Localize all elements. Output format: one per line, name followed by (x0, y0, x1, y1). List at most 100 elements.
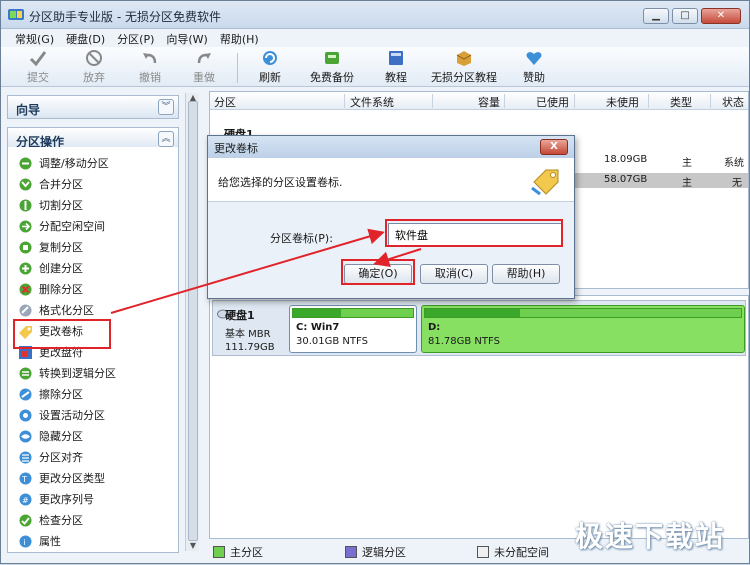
copy-icon (19, 241, 32, 253)
backup-icon (325, 52, 339, 64)
change-type-icon: T (19, 472, 32, 484)
format-icon (19, 304, 32, 316)
cancel-button[interactable]: 取消(C) (420, 264, 488, 284)
op-label: 调整/移动分区 (39, 157, 109, 170)
op-label: 分配空闲空间 (39, 220, 105, 233)
col-type[interactable]: 类型 (670, 94, 692, 110)
disk-row[interactable]: 硬盘1 基本 MBR 111.79GB C: Win7 30.01GB NTFS… (212, 300, 746, 356)
col-used[interactable]: 已使用 (536, 94, 569, 110)
lossless-tutorial-button[interactable]: 无损分区教程 (429, 49, 499, 85)
title-bar: 分区助手专业版 - 无损分区免费软件 ▁ □ ✕ (1, 1, 749, 29)
active-icon (19, 409, 32, 421)
col-unused[interactable]: 未使用 (606, 94, 639, 110)
col-divider (432, 94, 433, 108)
minimize-button[interactable]: ▁ (643, 8, 669, 24)
svg-text:i: i (24, 538, 26, 547)
cell-status: 系统 (724, 158, 744, 169)
redo-button[interactable]: 重做 (187, 49, 221, 85)
delete-icon (19, 283, 32, 295)
col-filesystem[interactable]: 文件系统 (350, 94, 394, 110)
refresh-icon (263, 51, 277, 65)
op-hide[interactable]: 隐藏分区 (18, 426, 83, 446)
partition-size: 30.01GB NTFS (296, 336, 368, 347)
op-label: 隐藏分区 (39, 430, 83, 443)
collapse-chevron-icon[interactable]: ︽ (158, 131, 174, 147)
op-change-type[interactable]: T 更改分区类型 (18, 468, 105, 488)
op-allocate-space[interactable]: 分配空闲空间 (18, 216, 105, 236)
op-label: 更改序列号 (39, 493, 94, 506)
disk-type: 基本 MBR (225, 329, 271, 340)
col-status[interactable]: 状态 (722, 94, 744, 110)
donate-label: 赞助 (523, 71, 545, 84)
menu-wizard[interactable]: 向导(W) (160, 29, 213, 47)
partition-c[interactable]: C: Win7 30.01GB NTFS (289, 305, 417, 353)
backup-label: 免费备份 (310, 71, 354, 84)
disk-size: 111.79GB (225, 342, 275, 353)
op-properties[interactable]: i 属性 (18, 531, 61, 551)
minimize-icon: ▁ (652, 10, 660, 21)
partition-size: 81.78GB NTFS (428, 336, 500, 347)
menu-disk[interactable]: 硬盘(D) (60, 29, 111, 47)
menu-general[interactable]: 常规(G) (9, 29, 60, 47)
wizard-section-header[interactable]: 向导 ︾ (7, 95, 179, 119)
maximize-button[interactable]: □ (672, 8, 698, 24)
op-format[interactable]: 格式化分区 (18, 300, 94, 320)
op-align[interactable]: 分区对齐 (18, 447, 83, 467)
submit-button[interactable]: 提交 (21, 49, 55, 85)
menu-help[interactable]: 帮助(H) (214, 29, 265, 47)
help-button[interactable]: 帮助(H) (492, 264, 560, 284)
menu-bar: 常规(G) 硬盘(D) 分区(P) 向导(W) 帮助(H) (1, 29, 749, 47)
close-button[interactable]: ✕ (701, 8, 741, 24)
app-logo-icon (8, 9, 24, 20)
partition-name: C: Win7 (296, 322, 340, 333)
check-partition-icon (19, 514, 32, 526)
partition-usage-bar (292, 308, 414, 318)
partition-usage-bar (424, 308, 742, 318)
discard-label: 放弃 (83, 71, 105, 84)
resize-icon (19, 157, 32, 169)
col-divider (648, 94, 649, 108)
disk-map-panel: 硬盘1 基本 MBR 111.79GB C: Win7 30.01GB NTFS… (209, 295, 749, 539)
scroll-down-icon[interactable]: ▼ (186, 541, 200, 550)
left-scrollbar[interactable]: ▲ ▼ (185, 93, 199, 551)
op-copy[interactable]: 复制分区 (18, 237, 83, 257)
merge-icon (19, 178, 32, 190)
op-delete[interactable]: 删除分区 (18, 279, 83, 299)
expand-chevron-icon[interactable]: ︾ (158, 99, 174, 115)
donate-button[interactable]: 赞助 (517, 49, 551, 85)
op-label: 属性 (39, 535, 61, 548)
window-title: 分区助手专业版 - 无损分区免费软件 (29, 10, 221, 24)
cell-type: 主 (682, 178, 692, 189)
wizard-title: 向导 (16, 103, 41, 117)
op-merge[interactable]: 合并分区 (18, 174, 83, 194)
op-split[interactable]: 切割分区 (18, 195, 83, 215)
op-check[interactable]: 检查分区 (18, 510, 83, 530)
discard-icon (86, 50, 102, 66)
op-resize-move[interactable]: 调整/移动分区 (18, 153, 109, 173)
col-capacity[interactable]: 容量 (478, 94, 500, 110)
op-create[interactable]: 创建分区 (18, 258, 83, 278)
refresh-button[interactable]: 刷新 (253, 49, 287, 85)
annotation-box-ok (341, 259, 415, 285)
op-wipe[interactable]: 擦除分区 (18, 384, 83, 404)
allocate-icon (19, 220, 32, 232)
backup-button[interactable]: 免费备份 (307, 49, 357, 85)
undo-label: 撤销 (139, 71, 161, 84)
maximize-icon: □ (680, 10, 690, 21)
dialog-close-button[interactable]: X (540, 139, 568, 155)
cell-type: 主 (682, 158, 692, 169)
op-change-serial[interactable]: # 更改序列号 (18, 489, 94, 509)
align-icon (19, 451, 32, 463)
scroll-thumb[interactable] (188, 101, 198, 541)
undo-icon (143, 53, 157, 64)
dialog-title: 更改卷标 (214, 142, 258, 155)
partition-d[interactable]: D: 81.78GB NTFS (421, 305, 745, 353)
discard-button[interactable]: 放弃 (77, 49, 111, 85)
op-set-active[interactable]: 设置活动分区 (18, 405, 105, 425)
tutorial-button[interactable]: 教程 (379, 49, 413, 85)
undo-button[interactable]: 撤销 (133, 49, 167, 85)
convert-icon (19, 367, 32, 379)
op-convert-logical[interactable]: 转换到逻辑分区 (18, 363, 116, 383)
menu-partition[interactable]: 分区(P) (111, 29, 160, 47)
col-partition[interactable]: 分区 (214, 94, 236, 110)
